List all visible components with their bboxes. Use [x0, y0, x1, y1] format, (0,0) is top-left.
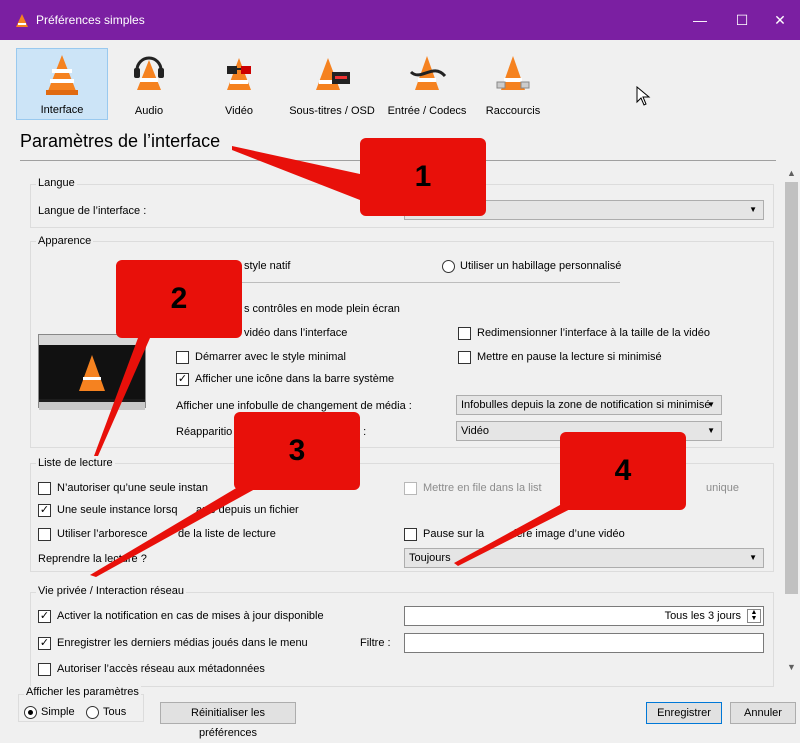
- callout-1: 1: [360, 138, 486, 216]
- callout-2: 2: [116, 260, 242, 338]
- callout-arrow-2: [94, 338, 150, 456]
- callout-arrow-1: [232, 146, 360, 200]
- callout-3: 3: [234, 412, 360, 490]
- callout-4: 4: [560, 432, 686, 510]
- callout-arrows: [90, 146, 592, 577]
